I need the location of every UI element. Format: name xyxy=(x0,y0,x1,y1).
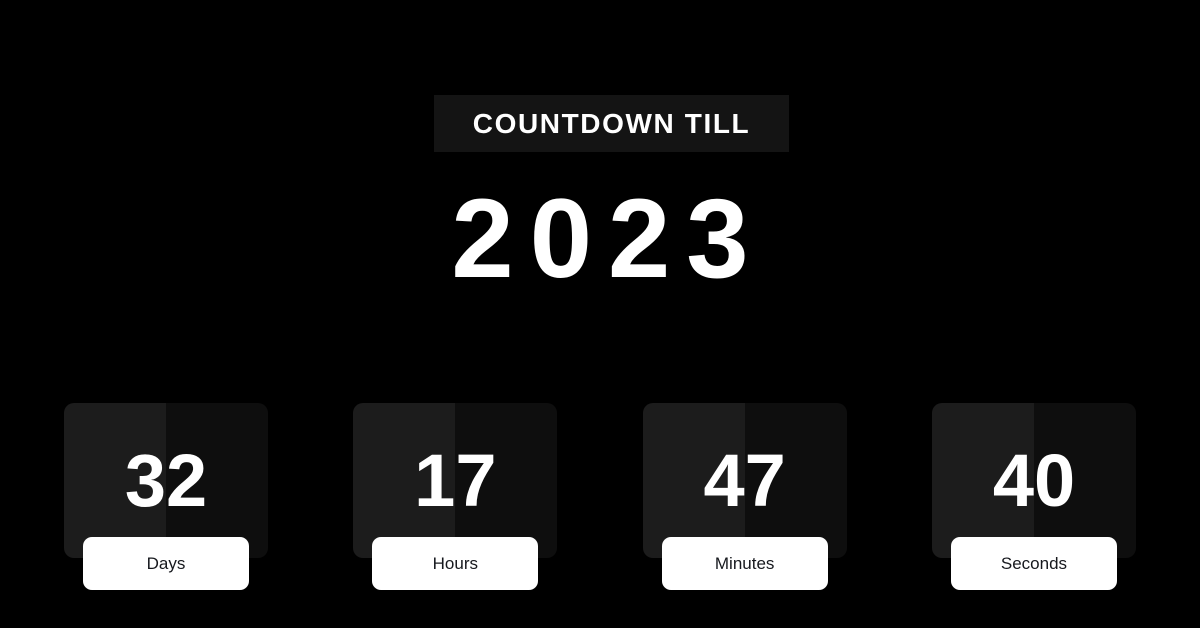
flip-card-seconds xyxy=(931,403,1136,558)
countdown-label-box-days: Days xyxy=(83,537,249,590)
countdown-page: COUNTDOWN TILL 2023 32 Days 17 Hours 47 … xyxy=(0,0,1200,628)
flip-card-left-half xyxy=(64,403,166,558)
countdown-unit-hours: 17 Hours xyxy=(353,403,558,593)
countdown-label-minutes: Minutes xyxy=(714,554,775,573)
flip-card-minutes xyxy=(642,403,847,558)
target-year-container: 2023 xyxy=(0,178,1200,300)
countdown-header-box: COUNTDOWN TILL xyxy=(434,95,789,152)
countdown-unit-seconds: 40 Seconds xyxy=(931,403,1136,593)
flip-card-left-half xyxy=(931,403,1034,558)
countdown-label-box-hours: Hours xyxy=(372,537,539,590)
flip-card-right-half xyxy=(166,403,268,558)
flip-card-right-half xyxy=(455,403,558,558)
countdown-label-box-seconds: Seconds xyxy=(950,537,1117,590)
target-year: 2023 xyxy=(451,176,765,301)
flip-card-right-half xyxy=(744,403,847,558)
countdown-unit-days: 32 Days xyxy=(64,403,268,593)
countdown-label-seconds: Seconds xyxy=(1000,554,1068,573)
flip-card-right-half xyxy=(1033,403,1136,558)
flip-card-hours xyxy=(353,403,558,558)
countdown-label-days: Days xyxy=(146,554,186,573)
countdown-label-hours: Hours xyxy=(432,554,478,573)
countdown-label-box-minutes: Minutes xyxy=(661,537,828,590)
countdown-cards-row: 32 Days 17 Hours 47 Minutes 40 Seconds xyxy=(64,403,1136,593)
countdown-unit-minutes: 47 Minutes xyxy=(642,403,847,593)
flip-card-days xyxy=(64,403,268,558)
flip-card-left-half xyxy=(642,403,745,558)
flip-card-left-half xyxy=(353,403,456,558)
countdown-header-title: COUNTDOWN TILL xyxy=(472,107,751,139)
